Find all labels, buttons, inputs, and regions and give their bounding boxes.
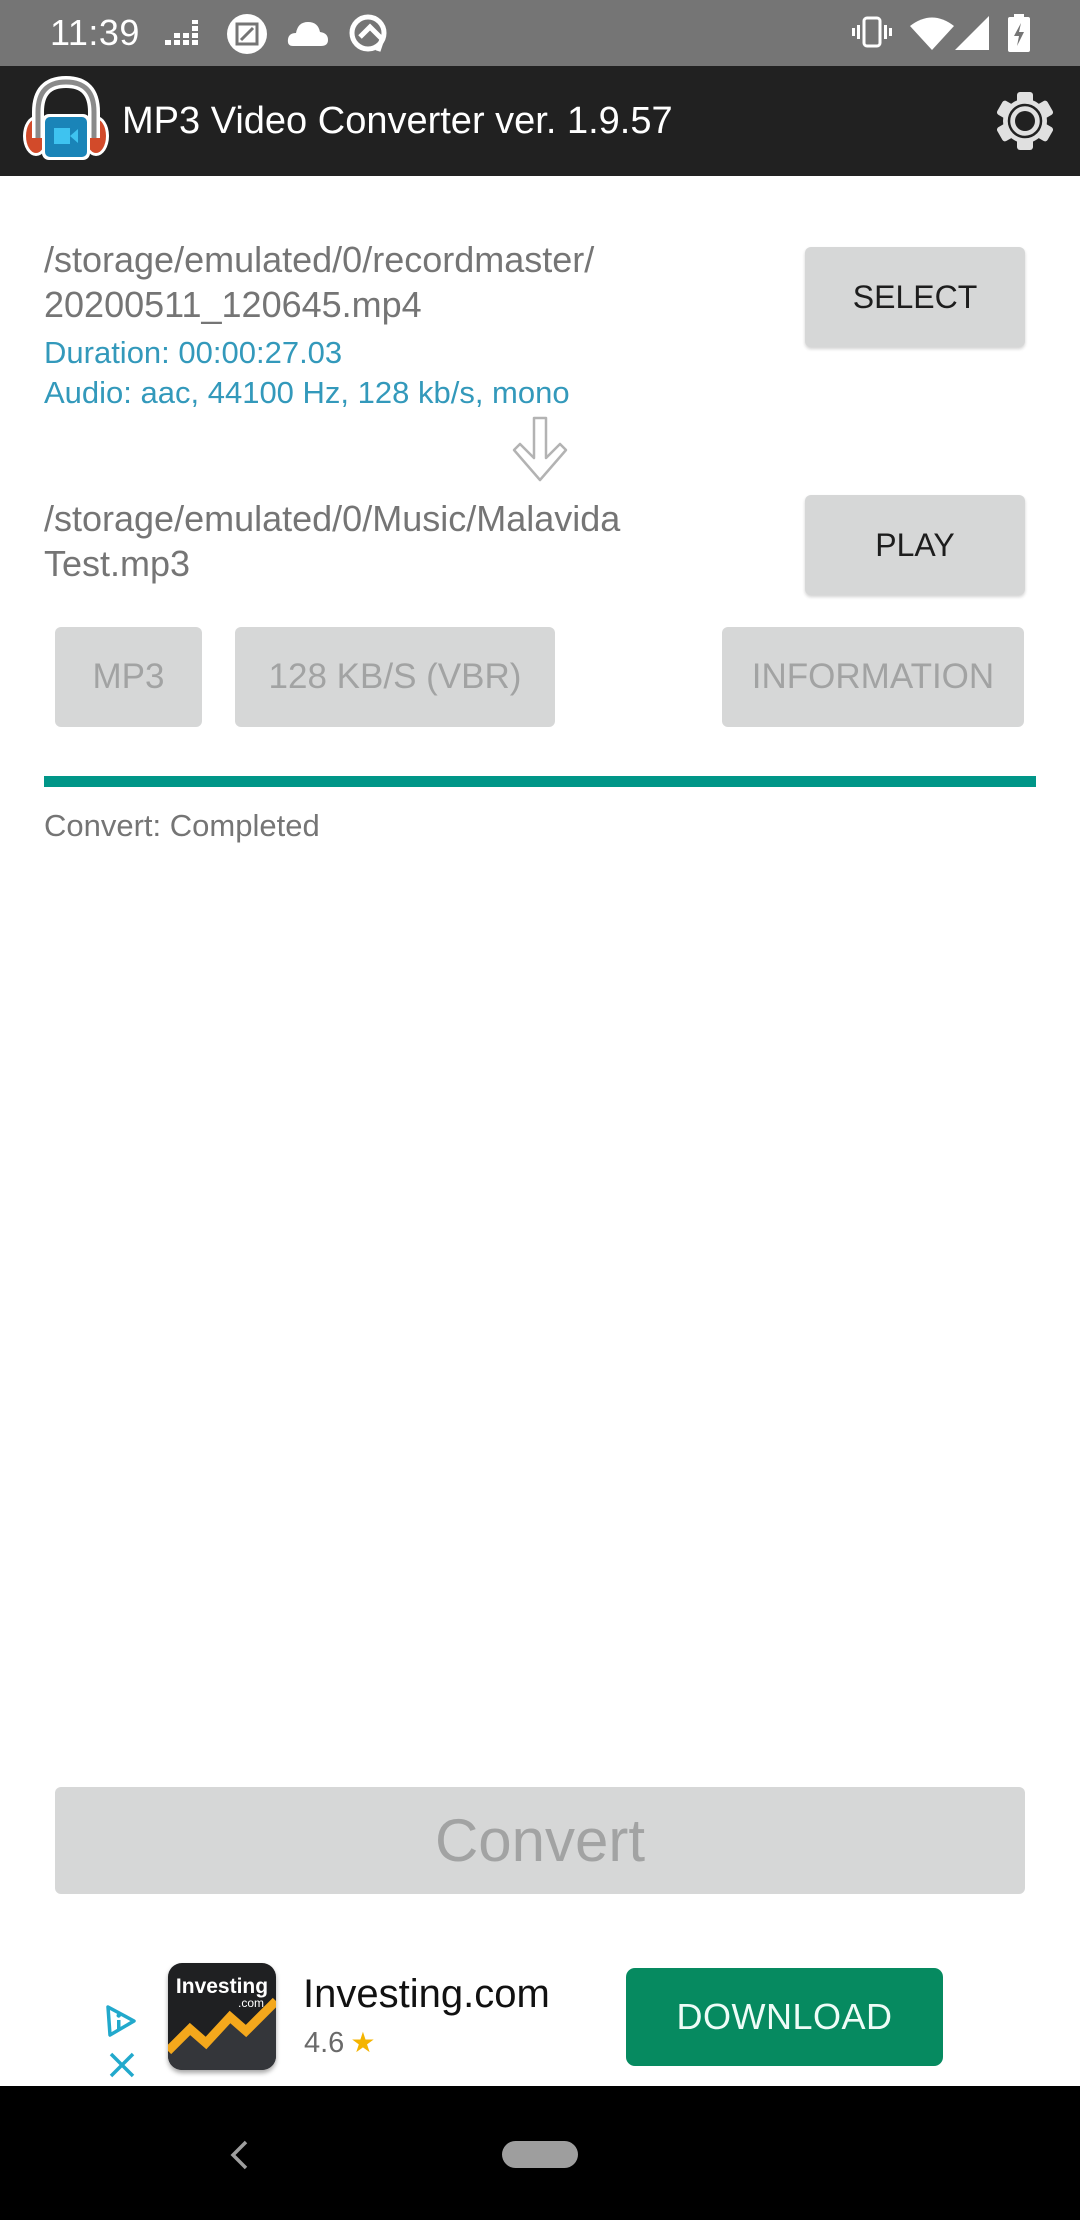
wifi-icon	[910, 17, 954, 50]
ad-app-icon[interactable]: Investing .com	[168, 1963, 276, 2070]
ad-app-name[interactable]: Investing.com	[303, 1972, 550, 2017]
battery-charging-icon	[1008, 14, 1030, 52]
output-path-line1: /storage/emulated/0/Music/Malavida	[44, 498, 621, 539]
input-audio-info: Audio: aac, 44100 Hz, 128 kb/s, mono	[44, 375, 570, 410]
progress-fill	[44, 776, 1036, 787]
ad-icon-text: Investing	[176, 1975, 268, 1998]
input-duration: Duration: 00:00:27.03	[44, 335, 343, 370]
convert-status: Convert: Completed	[44, 808, 320, 843]
select-button[interactable]: SELECT	[805, 247, 1025, 347]
convert-button[interactable]: Convert	[55, 1787, 1025, 1894]
screenshot-edit-icon	[227, 14, 267, 54]
back-icon[interactable]	[228, 2140, 252, 2170]
adchoices-icon[interactable]	[104, 2004, 138, 2038]
play-button[interactable]: PLAY	[805, 495, 1025, 595]
information-button[interactable]: INFORMATION	[722, 627, 1024, 727]
input-path-line1: /storage/emulated/0/recordmaster/	[44, 239, 595, 280]
status-bar: 11:39	[0, 0, 1080, 66]
cloud-icon	[287, 22, 328, 46]
app-logo-icon	[23, 76, 109, 160]
format-button[interactable]: MP3	[55, 627, 202, 727]
input-path-line2: 20200511_120645.mp4	[44, 284, 422, 325]
q-logo-icon	[349, 14, 387, 52]
home-pill-icon[interactable]	[502, 2141, 578, 2168]
app-bar: MP3 Video Converter ver. 1.9.57	[0, 66, 1080, 176]
cell-signal-icon	[955, 16, 989, 50]
progress-bar	[44, 776, 1036, 787]
ad-rating: 4.6 ★	[304, 2026, 375, 2060]
navigation-bar	[0, 2086, 1080, 2220]
star-icon: ★	[350, 2027, 376, 2058]
status-time: 11:39	[50, 12, 140, 53]
ad-close-icon[interactable]	[108, 2051, 136, 2079]
ad-download-button[interactable]: DOWNLOAD	[626, 1968, 943, 2066]
ad-rating-value: 4.6	[304, 2027, 345, 2059]
settings-button[interactable]	[992, 88, 1058, 154]
equalizer-icon	[165, 20, 198, 45]
output-path-line2: Test.mp3	[44, 543, 191, 584]
gear-icon	[996, 92, 1054, 150]
app-title: MP3 Video Converter ver. 1.9.57	[122, 100, 673, 142]
bitrate-button[interactable]: 128 KB/S (VBR)	[235, 627, 555, 727]
arrow-down-icon	[512, 416, 568, 482]
vibrate-icon	[852, 16, 892, 48]
ad-icon-subtext: .com	[238, 1996, 264, 2010]
